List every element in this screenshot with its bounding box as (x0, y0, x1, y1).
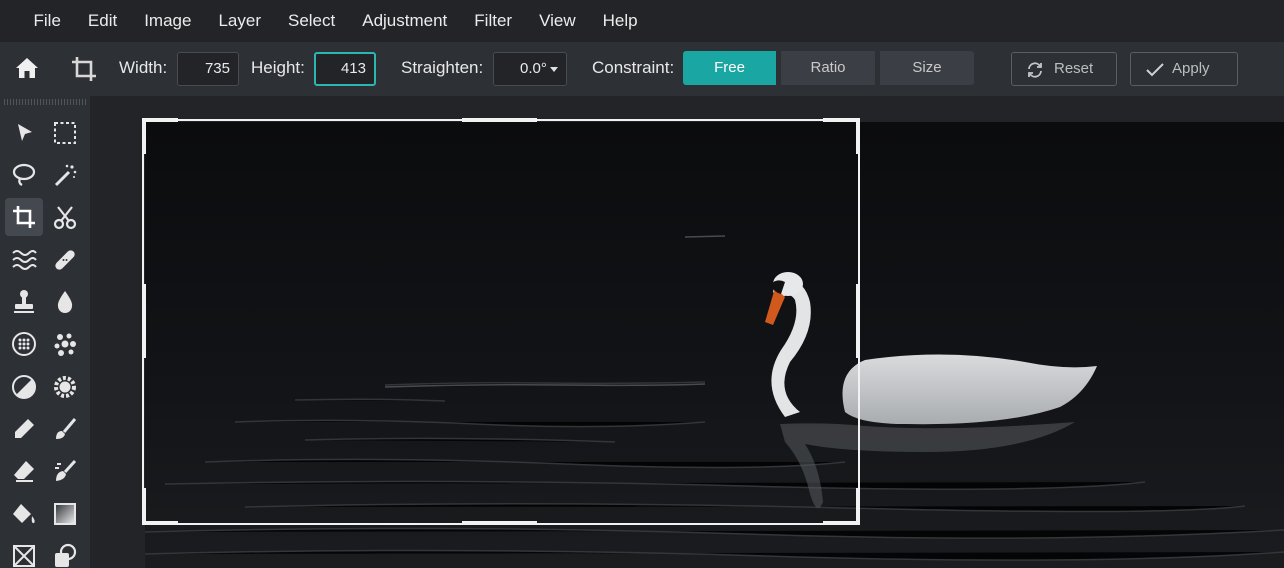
marquee-select-icon[interactable] (46, 114, 84, 152)
crop-handle-bottom-right[interactable] (823, 521, 860, 525)
menu-layer[interactable]: Layer (205, 0, 275, 42)
chevron-down-icon (550, 67, 558, 72)
width-field[interactable]: 735 (177, 52, 239, 86)
move-tool-icon[interactable] (5, 114, 43, 152)
straighten-value: 0.0° (520, 60, 547, 77)
smudge-icon[interactable] (46, 452, 84, 490)
menu-bar: File Edit Image Layer Select Adjustment … (0, 0, 1284, 42)
reset-label: Reset (1054, 60, 1094, 77)
frame-icon[interactable] (5, 537, 43, 568)
panel-grip[interactable] (4, 99, 86, 105)
crop-handle-top[interactable] (462, 118, 537, 122)
brush-icon[interactable] (46, 410, 84, 448)
scatter-brush-icon[interactable] (46, 325, 84, 363)
pen-icon[interactable] (5, 410, 43, 448)
refresh-icon (1028, 62, 1042, 78)
paint-bucket-icon[interactable] (5, 495, 43, 533)
menu-file[interactable]: File (20, 0, 74, 42)
menu-view[interactable]: View (526, 0, 590, 42)
crop-handle-bottom-left[interactable] (142, 521, 178, 525)
crop-handle-right[interactable] (856, 284, 860, 358)
crop-handle-left[interactable] (142, 284, 146, 358)
liquify-waves-icon[interactable] (5, 241, 43, 279)
checkmark-icon (1146, 63, 1164, 77)
sponge-dots-icon[interactable] (5, 325, 43, 363)
apply-button[interactable]: Apply (1130, 52, 1238, 86)
constraint-label: Constraint: (592, 58, 675, 77)
menu-select[interactable]: Select (274, 0, 348, 42)
menu-help[interactable]: Help (589, 0, 651, 42)
height-label: Height: (251, 58, 305, 77)
crop-handle-bottom-right-v[interactable] (856, 488, 860, 525)
crop-handle-bottom[interactable] (462, 521, 537, 525)
straighten-label: Straighten: (401, 58, 484, 77)
home-icon[interactable] (14, 56, 40, 85)
lasso-icon[interactable] (5, 156, 43, 194)
crop-selection-box[interactable] (142, 119, 860, 525)
crop-handle-top-right-v[interactable] (856, 118, 860, 154)
healing-bandage-icon[interactable] (46, 241, 84, 279)
height-field[interactable]: 413 (314, 52, 376, 86)
menu-image[interactable]: Image (131, 0, 205, 42)
crop-mode-icon[interactable] (70, 55, 98, 88)
dodge-burn-icon[interactable] (5, 368, 43, 406)
constraint-ratio-button[interactable]: Ratio (781, 51, 875, 85)
constraint-free-button[interactable]: Free (683, 51, 776, 85)
shape-icon[interactable] (46, 537, 84, 568)
crop-icon[interactable] (5, 198, 43, 236)
apply-label: Apply (1172, 60, 1210, 77)
width-label: Width: (119, 58, 168, 77)
blur-drop-icon[interactable] (46, 283, 84, 321)
sharpen-gear-icon[interactable] (46, 368, 84, 406)
magic-wand-icon[interactable] (46, 156, 84, 194)
tools-panel (0, 96, 90, 568)
crop-handle-top-right[interactable] (823, 118, 860, 122)
scissors-icon[interactable] (46, 198, 84, 236)
gradient-icon[interactable] (46, 495, 84, 533)
crop-handle-top-left-v[interactable] (142, 118, 146, 154)
clone-stamp-icon[interactable] (5, 283, 43, 321)
menu-adjustment[interactable]: Adjustment (349, 0, 461, 42)
crop-handle-top-left[interactable] (142, 118, 178, 122)
reset-button[interactable]: Reset (1011, 52, 1117, 86)
menu-filter[interactable]: Filter (461, 0, 526, 42)
crop-handle-bottom-left-v[interactable] (142, 488, 146, 525)
constraint-size-button[interactable]: Size (880, 51, 974, 85)
straighten-select[interactable]: 0.0° (493, 52, 567, 86)
menu-edit[interactable]: Edit (74, 0, 130, 42)
eraser-icon[interactable] (5, 452, 43, 490)
options-toolbar: Width: 735 Height: 413 Straighten: 0.0° … (0, 42, 1284, 96)
